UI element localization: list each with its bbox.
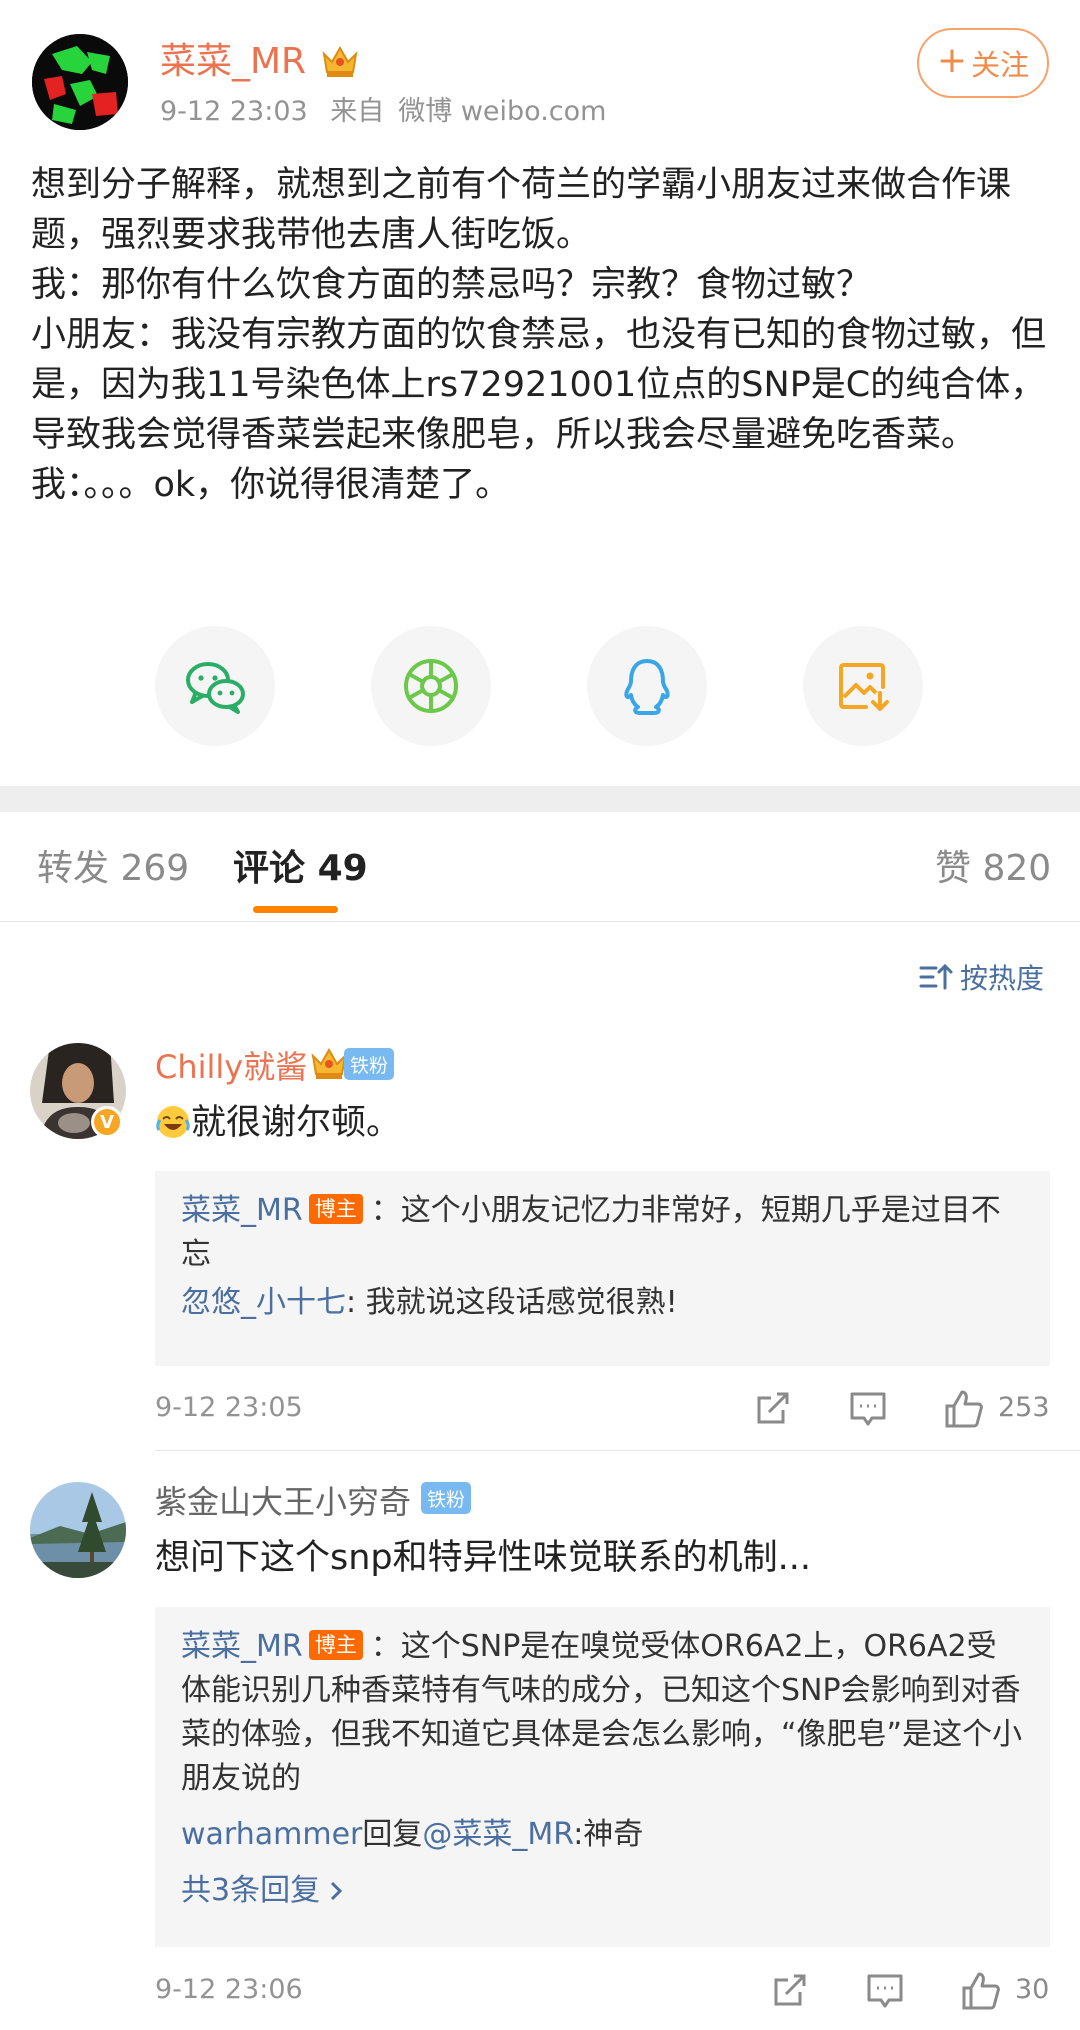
comment-time: 9-12 23:05 [155, 1392, 303, 1423]
tab-repost-count: 269 [120, 848, 190, 889]
comment-author[interactable]: 紫金山大王小穷奇 [155, 1482, 411, 1522]
share-icon[interactable] [770, 1970, 810, 2010]
wechat-icon [186, 662, 245, 714]
like-icon[interactable] [960, 1970, 1002, 2012]
comment-text: 想问下这个snp和特异性味觉联系的机制... [155, 1538, 812, 1578]
comment-icon[interactable] [865, 1970, 905, 2010]
reply-text: :神奇 [573, 1817, 644, 1852]
share-wechat-button[interactable] [155, 626, 275, 746]
crown-icon [322, 45, 358, 77]
reply-word: 回复 [362, 1817, 423, 1852]
tab-like[interactable]: 赞 820 [935, 846, 1051, 892]
comment-text-content: 就很谢尔顿。 [191, 1103, 402, 1143]
post-meta: 9-12 23:03 来自 微博 weibo.com [160, 94, 620, 130]
tab-repost[interactable]: 转发 269 [37, 846, 189, 892]
sort-button[interactable]: 按热度 [918, 955, 1044, 999]
tab-repost-label: 转发 [37, 848, 110, 889]
tab-comment-label: 评论 [233, 848, 306, 889]
post-body-line: 想到分子解释，就想到之前有个荷兰的学霸小朋友过来做合作课题，强烈要求我带他去唐人… [31, 165, 1012, 255]
more-replies-label: 共3条回复 [181, 1873, 321, 1908]
comment-divider [155, 1450, 1080, 1451]
comment-avatar[interactable] [30, 1482, 126, 1578]
post-body-line: 我：。。。ok，你说得很清楚了。 [31, 465, 511, 505]
tab-comment[interactable]: 评论 49 [233, 846, 368, 892]
author-avatar[interactable] [32, 34, 128, 130]
follow-label: 关注 [971, 48, 1030, 82]
like-count: 30 [1015, 1974, 1050, 2005]
share-moments-button[interactable] [371, 626, 491, 746]
reply-item: 菜菜_MR 博主 ：这个小朋友记忆力非常好，短期几乎是过目不忘 [181, 1189, 1024, 1277]
save-image-icon [839, 663, 889, 711]
host-tag: 博主 [308, 1194, 363, 1224]
sort-icon [919, 963, 953, 990]
tab-like-count: 820 [982, 848, 1052, 889]
verified-badge-icon: V [91, 1106, 123, 1138]
reply-item: warhammer回复@菜菜_MR:神奇 [181, 1813, 1024, 1857]
share-qq-button[interactable] [587, 626, 707, 746]
sort-label: 按热度 [960, 962, 1045, 995]
comment-footer: 9-12 23:05 253 [155, 1388, 1050, 1432]
active-tab-indicator [253, 906, 338, 913]
reply-box[interactable]: 菜菜_MR 博主 ：这个小朋友记忆力非常好，短期几乎是过目不忘 忽悠_小十七: 我就… [155, 1171, 1050, 1366]
post-body-line: 我：那你有什么饮食方面的禁忌吗？宗教？食物过敏？ [31, 265, 872, 305]
like-icon[interactable] [943, 1388, 985, 1430]
host-tag: 博主 [308, 1630, 363, 1660]
fan-badge: 铁粉 [344, 1048, 395, 1080]
comment-footer: 9-12 23:06 30 [155, 1970, 1050, 2014]
comment-time: 9-12 23:06 [155, 1974, 303, 2005]
comment-icon[interactable] [848, 1388, 888, 1428]
reply-item: 菜菜_MR 博主 ：这个SNP是在嗅觉受体OR6A2上，OR6A2受体能识别几种香菜… [181, 1625, 1024, 1801]
reply-item: 忽悠_小十七: 我就说这段话感觉很熟! [181, 1281, 1024, 1325]
save-image-button[interactable] [803, 626, 923, 746]
author-name[interactable]: 菜菜_MR [160, 38, 306, 86]
post-header: 菜菜_MR 9-12 23:03 来自 微博 weibo.com + 关注 [0, 0, 1080, 150]
reply-text: ：这个SNP是在嗅觉受体OR6A2上，OR6A2受体能识别几种香菜特有气味的成分… [181, 1629, 1023, 1796]
post-time: 9-12 23:03 [160, 96, 308, 127]
reply-text: : 我就说这段话感觉很熟! [346, 1285, 678, 1320]
section-divider [0, 786, 1080, 812]
more-replies-link[interactable]: 共3条回复 [181, 1869, 1024, 1913]
post-source-prefix: 来自 [330, 96, 385, 127]
like-count: 253 [998, 1392, 1050, 1423]
post-body: 想到分子解释，就想到之前有个荷兰的学霸小朋友过来做合作课题，强烈要求我带他去唐人… [31, 160, 1051, 510]
plus-icon: + [936, 40, 968, 81]
follow-button[interactable]: + 关注 [917, 28, 1049, 98]
share-icon[interactable] [753, 1388, 793, 1428]
reply-author-link[interactable]: 忽悠_小十七 [181, 1285, 346, 1320]
moments-icon [404, 659, 458, 713]
comment-author[interactable]: Chilly就酱 [155, 1047, 307, 1087]
laugh-cry-emoji-icon [156, 1106, 190, 1138]
comment-text: 就很谢尔顿。 [155, 1100, 401, 1146]
reply-box[interactable]: 菜菜_MR 博主 ：这个SNP是在嗅觉受体OR6A2上，OR6A2受体能识别几种香菜… [155, 1607, 1050, 1947]
reply-author-link[interactable]: warhammer [181, 1817, 362, 1852]
post-body-line: 小朋友：我没有宗教方面的饮食禁忌，也没有已知的食物过敏，但是，因为我11号染色体… [31, 315, 1047, 455]
reply-author-link[interactable]: 菜菜_MR [181, 1193, 303, 1228]
tab-like-label: 赞 [935, 848, 972, 889]
qq-icon [624, 659, 670, 715]
tab-comment-count: 49 [317, 848, 368, 889]
reply-author-link[interactable]: 菜菜_MR [181, 1629, 303, 1664]
fan-badge: 铁粉 [421, 1482, 472, 1514]
reply-mention-link[interactable]: @菜菜_MR [422, 1817, 573, 1852]
post-source: 微博 weibo.com [398, 96, 607, 127]
interaction-tabs: 转发 269 评论 49 赞 820 [0, 812, 1080, 922]
share-row [0, 626, 1080, 746]
reply-text: ：这个小朋友记忆力非常好，短期几乎是过目不忘 [181, 1193, 1001, 1272]
chevron-right-icon [331, 1881, 343, 1901]
crown-icon [311, 1047, 347, 1079]
